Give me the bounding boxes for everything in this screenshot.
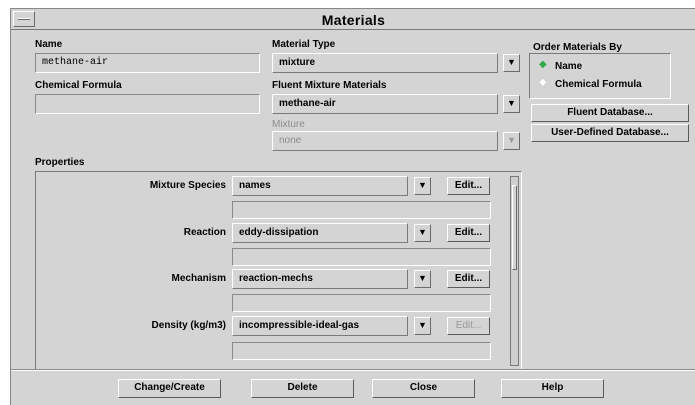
fluent-mixture-materials-select[interactable]: methane-air <box>272 94 498 114</box>
change-create-button[interactable]: Change/Create <box>118 379 221 398</box>
materials-window: Materials Name methane-air Chemical Form… <box>10 8 695 405</box>
mixture-species-select[interactable]: names <box>232 176 408 196</box>
mechanism-select[interactable]: reaction-mechs <box>232 269 408 289</box>
scrollbar-thumb[interactable] <box>512 185 517 270</box>
mixture-label: Mixture <box>272 119 305 130</box>
bottom-separator <box>11 369 695 371</box>
material-type-label: Material Type <box>272 39 336 50</box>
property-label: Mixture Species <box>149 180 226 191</box>
material-type-select[interactable]: mixture <box>272 53 498 73</box>
density-dropdown-icon[interactable]: ▼ <box>414 317 431 335</box>
mechanism-value-field[interactable] <box>232 294 491 312</box>
density-select[interactable]: incompressible-ideal-gas <box>232 316 408 336</box>
mixture-select: none <box>272 131 498 151</box>
density-value-field[interactable] <box>232 342 491 360</box>
mixture-species-value-field[interactable] <box>232 201 491 219</box>
properties-panel: Mixture Species names ▼ Edit... Reaction… <box>35 171 522 371</box>
user-defined-database-button[interactable]: User-Defined Database... <box>531 124 689 142</box>
property-label: Reaction <box>183 227 226 238</box>
fluent-mixture-materials-label: Fluent Mixture Materials <box>272 80 387 91</box>
mechanism-dropdown-icon[interactable]: ▼ <box>414 270 431 288</box>
reaction-select[interactable]: eddy-dissipation <box>232 223 408 243</box>
reaction-dropdown-icon[interactable]: ▼ <box>414 224 431 242</box>
order-by-name-label: Name <box>555 61 583 72</box>
chemical-formula-label: Chemical Formula <box>35 80 122 91</box>
mixture-dropdown-icon: ▼ <box>503 132 520 150</box>
reaction-value-field[interactable] <box>232 248 491 266</box>
properties-label: Properties <box>35 157 85 168</box>
material-type-dropdown-icon[interactable]: ▼ <box>503 54 520 72</box>
reaction-edit-button[interactable]: Edit... <box>447 224 490 242</box>
delete-button[interactable]: Delete <box>251 379 354 398</box>
fluent-mixture-materials-dropdown-icon[interactable]: ▼ <box>503 95 520 113</box>
help-button[interactable]: Help <box>501 379 604 398</box>
order-by-chemical-formula-radio[interactable]: Chemical Formula <box>539 77 667 93</box>
properties-scrollbar[interactable] <box>510 176 519 366</box>
mixture-species-dropdown-icon[interactable]: ▼ <box>414 177 431 195</box>
fluent-database-button[interactable]: Fluent Database... <box>531 104 689 122</box>
mixture-species-edit-button[interactable]: Edit... <box>447 177 490 195</box>
order-by-chemical-formula-label: Chemical Formula <box>555 79 642 90</box>
title-bar: Materials <box>11 9 695 30</box>
name-field[interactable]: methane-air <box>35 53 260 73</box>
mechanism-edit-button[interactable]: Edit... <box>447 270 490 288</box>
property-label: Density (kg/m3) <box>151 320 226 331</box>
radio-selected-icon <box>539 59 549 71</box>
close-button[interactable]: Close <box>372 379 475 398</box>
name-label: Name <box>35 39 63 50</box>
order-materials-by-label: Order Materials By <box>533 42 622 53</box>
property-label: Mechanism <box>171 273 226 284</box>
window-title: Materials <box>321 12 386 28</box>
order-by-name-radio[interactable]: Name <box>539 59 659 75</box>
chemical-formula-field[interactable] <box>35 94 260 114</box>
density-edit-button: Edit... <box>447 317 490 335</box>
